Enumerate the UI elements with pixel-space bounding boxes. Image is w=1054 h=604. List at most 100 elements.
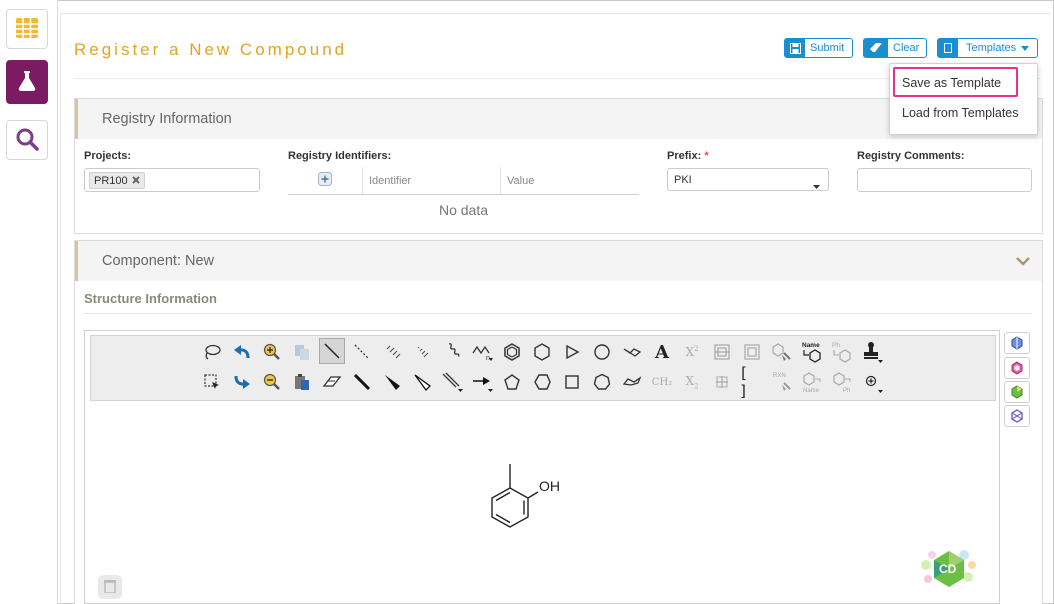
- side-button-purple[interactable]: [1004, 405, 1030, 427]
- molecule-drawing[interactable]: [470, 455, 580, 530]
- value-column-header[interactable]: Value: [501, 167, 639, 194]
- left-nav: [0, 0, 58, 604]
- svg-text:Ph: Ph: [832, 342, 840, 349]
- double-bond-icon[interactable]: [439, 369, 465, 395]
- templates-label: Templates: [966, 42, 1017, 54]
- prefix-select[interactable]: PKI: [667, 168, 829, 191]
- clear-button[interactable]: Clear: [863, 38, 927, 58]
- hollow-wedge-icon[interactable]: [409, 369, 435, 395]
- chevron-down-icon[interactable]: [1016, 255, 1030, 269]
- svg-text:Name: Name: [802, 342, 820, 349]
- trash-button[interactable]: [98, 575, 122, 599]
- ungroup-icon[interactable]: [739, 339, 765, 365]
- add-identifier-icon[interactable]: [318, 172, 332, 189]
- text-tool-icon[interactable]: A: [649, 339, 675, 365]
- cyclohexane-icon[interactable]: [529, 339, 555, 365]
- trash-icon: [104, 579, 116, 596]
- template-icon: [938, 39, 958, 57]
- paste-icon[interactable]: [289, 369, 315, 395]
- chain-tool-icon[interactable]: n: [469, 339, 495, 365]
- nav-table-button[interactable]: [6, 9, 48, 49]
- phenyl-expand-icon[interactable]: Ph: [829, 369, 855, 395]
- projects-input[interactable]: PR100: [84, 168, 260, 192]
- benzene-icon[interactable]: [499, 339, 525, 365]
- component-panel-header[interactable]: Component: New: [75, 241, 1042, 281]
- cyclopentane-icon[interactable]: [499, 369, 525, 395]
- save-icon: [785, 39, 805, 57]
- undo-icon[interactable]: [229, 339, 255, 365]
- side-button-3d[interactable]: [1004, 332, 1030, 354]
- superscript-icon[interactable]: X2: [679, 339, 705, 365]
- identifiers-label: Registry Identifiers:: [288, 150, 392, 162]
- group-icon[interactable]: [709, 339, 735, 365]
- clean-structure-icon[interactable]: [769, 339, 795, 365]
- page-title: Register a New Compound: [74, 40, 348, 59]
- menu-item-load-from-templates[interactable]: Load from Templates: [890, 99, 1039, 127]
- cyclopropane-icon[interactable]: [559, 339, 585, 365]
- wavy-bond-icon[interactable]: [439, 339, 465, 365]
- hydroxyl-label: OH: [539, 478, 560, 494]
- project-tag-label: PR100: [94, 174, 128, 187]
- single-bond-icon[interactable]: [319, 338, 345, 364]
- nav-register-button[interactable]: [6, 60, 48, 104]
- side-button-green[interactable]: [1004, 381, 1030, 403]
- side-button-pink[interactable]: [1004, 357, 1030, 379]
- add-identifier-cell: [288, 167, 363, 194]
- copy-icon[interactable]: [289, 339, 315, 365]
- logo-text: CD: [939, 562, 957, 576]
- wedge-bond-icon[interactable]: [379, 369, 405, 395]
- zoom-out-icon[interactable]: [259, 369, 285, 395]
- hashed-wedge-icon[interactable]: [409, 339, 435, 365]
- nav-search-button[interactable]: [6, 120, 48, 160]
- chair-icon[interactable]: [619, 339, 645, 365]
- cyclobutane-icon[interactable]: [559, 369, 585, 395]
- svg-text:Ph: Ph: [843, 388, 850, 393]
- stamp-icon[interactable]: [859, 339, 885, 365]
- caret-down-icon: [813, 178, 820, 192]
- redo-icon[interactable]: [229, 369, 255, 395]
- circle-icon[interactable]: [589, 339, 615, 365]
- cyclopentane-alt-icon[interactable]: [529, 369, 555, 395]
- comments-input[interactable]: [857, 168, 1032, 192]
- eraser-tool-icon[interactable]: [319, 369, 345, 395]
- lasso-icon[interactable]: [199, 339, 225, 365]
- name-to-structure-icon[interactable]: Name: [799, 339, 825, 365]
- chemdraw-logo: CD: [918, 545, 980, 593]
- required-marker: *: [704, 150, 709, 162]
- bracket-icon[interactable]: [ ]: [739, 364, 765, 400]
- eraser-icon: [864, 39, 888, 57]
- hashed-bond-icon[interactable]: [379, 339, 405, 365]
- projects-label: Projects:: [84, 150, 132, 162]
- bold-bond-icon[interactable]: [349, 369, 375, 395]
- identifier-column-header[interactable]: Identifier: [363, 167, 501, 194]
- svg-text:RXN: RXN: [773, 373, 786, 379]
- search-icon: [15, 127, 39, 154]
- project-tag: PR100: [89, 172, 145, 189]
- chair-alt-icon[interactable]: [619, 369, 645, 395]
- reaction-cleanup-icon[interactable]: RXN: [769, 369, 795, 395]
- fragment-icon[interactable]: [709, 369, 735, 395]
- identifiers-table-header: Identifier Value: [288, 167, 639, 195]
- add-symbol-icon[interactable]: [859, 369, 885, 395]
- arrow-tool-icon[interactable]: [469, 369, 495, 395]
- table-icon: [15, 17, 39, 42]
- svg-text:Name: Name: [803, 388, 820, 393]
- phenyl-label-icon[interactable]: Ph: [829, 339, 855, 365]
- dashed-bond-icon[interactable]: [349, 339, 375, 365]
- structure-divider: [84, 313, 1032, 314]
- structure-to-name-icon[interactable]: Name: [799, 369, 825, 395]
- remove-tag-icon[interactable]: [131, 175, 140, 187]
- zoom-in-icon[interactable]: [259, 339, 285, 365]
- caret-down-icon: [1021, 39, 1030, 57]
- subscript-icon[interactable]: X2: [679, 369, 705, 395]
- cycloheptane-icon[interactable]: [589, 369, 615, 395]
- cube-blue-icon: [1011, 336, 1023, 350]
- ch2-label-icon[interactable]: CH₂: [649, 369, 675, 395]
- structure-info-title: Structure Information: [84, 291, 217, 306]
- selection-icon[interactable]: [199, 369, 225, 395]
- templates-button[interactable]: Templates: [937, 38, 1038, 58]
- registry-panel-title: Registry Information: [102, 111, 232, 127]
- hex-green-icon: [1011, 385, 1023, 399]
- clear-label: Clear: [893, 42, 920, 54]
- submit-button[interactable]: Submit: [784, 38, 853, 58]
